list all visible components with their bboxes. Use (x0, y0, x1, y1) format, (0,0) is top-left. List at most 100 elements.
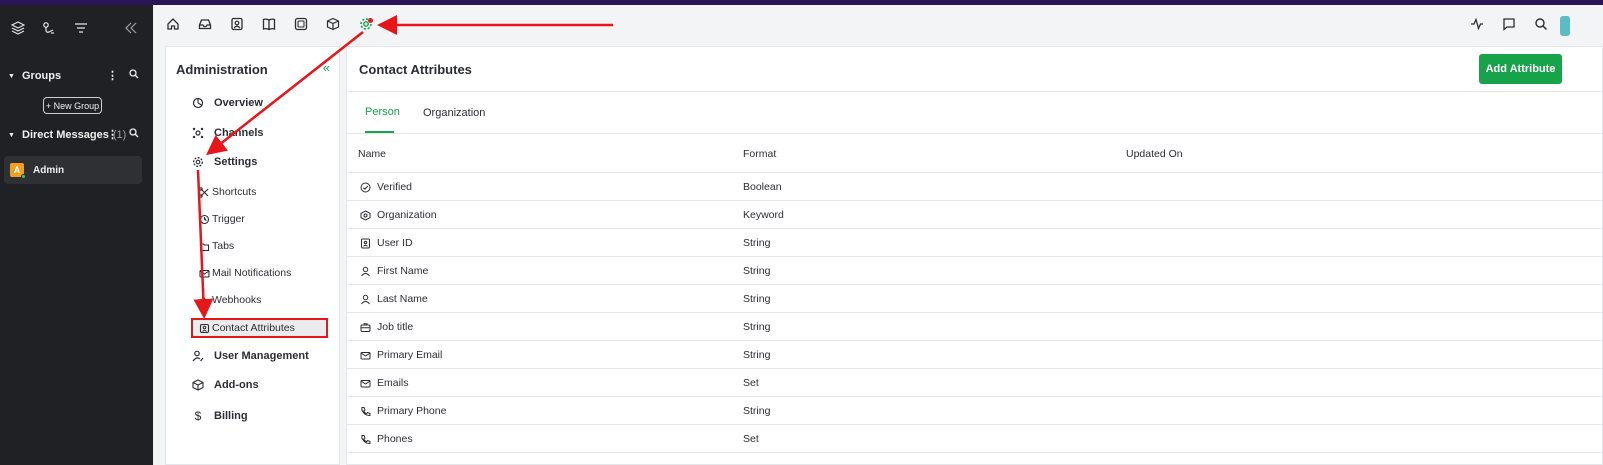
nav-item-label: Channels (214, 127, 264, 139)
nav-item-billing[interactable]: $ Billing (191, 407, 248, 425)
activity-icon[interactable] (1469, 16, 1485, 32)
row-format: String (743, 265, 771, 277)
sub-item-shortcuts[interactable]: Shortcuts (198, 184, 256, 200)
avatar: A (10, 163, 26, 179)
top-navigation-bar (153, 5, 1603, 45)
id-badge-icon (359, 237, 371, 249)
table-row[interactable]: Emails Set (347, 369, 1602, 397)
briefcase-icon (359, 321, 371, 333)
user-management-icon (191, 349, 205, 363)
apps-cube-icon[interactable] (325, 16, 341, 32)
annotation-highlight-box (191, 318, 328, 338)
route-icon[interactable] (41, 20, 57, 36)
billing-dollar-icon: $ (194, 409, 202, 423)
more-vertical-icon[interactable]: ⋮ (107, 128, 118, 141)
new-group-button[interactable]: + New Group (43, 97, 102, 114)
row-name: Last Name (377, 293, 428, 305)
layers-icon[interactable] (10, 20, 26, 36)
row-name: Job title (377, 321, 414, 333)
home-icon[interactable] (165, 16, 181, 32)
sub-item-label: Tabs (212, 240, 235, 252)
organization-icon (359, 209, 371, 221)
administration-title: Administration (176, 62, 268, 77)
search-icon[interactable] (129, 69, 139, 82)
user-avatar-edge[interactable] (1560, 16, 1570, 36)
add-attribute-button[interactable]: Add Attribute (1479, 54, 1562, 84)
sub-item-mail-notifications[interactable]: Mail Notifications (198, 265, 291, 281)
row-format: Set (743, 433, 759, 445)
user-icon (359, 293, 371, 305)
shortcuts-icon (198, 186, 210, 198)
groups-section-header[interactable]: ▼ Groups ⋮ (8, 68, 143, 84)
nav-item-label: Overview (214, 97, 263, 109)
mail-icon (359, 349, 371, 361)
page-header: Contact Attributes Add Attribute (347, 47, 1602, 92)
direct-messages-section-header[interactable]: ▼ Direct Messages (1) ⋮ (8, 127, 143, 143)
table-row[interactable]: Primary Phone String (347, 397, 1602, 425)
webhooks-icon (198, 294, 210, 306)
knowledge-book-icon[interactable] (261, 16, 277, 32)
sub-item-tabs[interactable]: Tabs (198, 238, 234, 254)
sidebar-icon-bar (10, 20, 143, 36)
sub-item-label: Shortcuts (212, 186, 257, 198)
row-name: Primary Phone (377, 405, 447, 417)
nav-item-label: Billing (214, 410, 248, 422)
filter-icon[interactable] (73, 20, 89, 36)
table-row[interactable]: Primary Email String (347, 341, 1602, 369)
table-row[interactable]: Job title String (347, 313, 1602, 341)
table-row[interactable]: First Name String (347, 257, 1602, 285)
dm-item-name: Admin (33, 164, 65, 176)
workspace-sidebar: ▼ Groups ⋮ + New Group ▼ Direct Messages… (0, 5, 153, 465)
collapse-double-left-icon[interactable] (123, 20, 139, 36)
sub-item-label: Trigger (212, 213, 245, 225)
table-row[interactable]: Verified Boolean (347, 173, 1602, 201)
overview-icon (191, 96, 205, 110)
row-name: User ID (377, 237, 413, 249)
sub-item-webhooks[interactable]: Webhooks (198, 292, 261, 308)
search-icon[interactable] (129, 128, 139, 141)
search-icon[interactable] (1533, 16, 1549, 32)
dm-item-admin[interactable]: A Admin (4, 156, 142, 184)
more-vertical-icon[interactable]: ⋮ (107, 69, 118, 82)
sub-item-trigger[interactable]: Trigger (198, 211, 245, 227)
table-row[interactable]: Last Name String (347, 285, 1602, 313)
nav-item-user-management[interactable]: User Management (191, 347, 309, 365)
settings-icon (191, 155, 205, 169)
reports-icon[interactable] (293, 16, 309, 32)
table-row[interactable]: Phones Set (347, 425, 1602, 453)
phone-icon (359, 405, 371, 417)
tab-organization[interactable]: Organization (423, 92, 485, 133)
row-format: String (743, 405, 771, 417)
mail-icon (359, 377, 371, 389)
nav-item-label: Settings (214, 156, 258, 168)
table-header: Name Format Updated On (347, 135, 1602, 173)
row-format: String (743, 293, 771, 305)
column-header-updated-on[interactable]: Updated On (1126, 148, 1183, 160)
attribute-tabs: Person Organization (347, 92, 1602, 134)
channels-icon (191, 126, 205, 140)
row-format: Set (743, 377, 759, 389)
nav-item-channels[interactable]: Channels (191, 124, 264, 142)
table-row[interactable]: User ID String (347, 229, 1602, 257)
column-header-name[interactable]: Name (358, 148, 386, 160)
column-header-format[interactable]: Format (743, 148, 776, 160)
tabs-icon (198, 240, 210, 252)
check-circle-icon (359, 181, 371, 193)
tab-person[interactable]: Person (365, 92, 400, 133)
nav-item-settings[interactable]: Settings (191, 153, 257, 171)
nav-item-addons[interactable]: Add-ons (191, 376, 259, 394)
phone-icon (359, 433, 371, 445)
inbox-icon[interactable] (197, 16, 213, 32)
collapse-double-left-icon[interactable]: « (323, 60, 330, 75)
administration-panel: Administration « Overview Channels Setti… (165, 46, 340, 465)
notification-dot (368, 18, 373, 23)
nav-item-overview[interactable]: Overview (191, 94, 263, 112)
table-row[interactable]: Organization Keyword (347, 201, 1602, 229)
contacts-icon[interactable] (229, 16, 245, 32)
chat-icon[interactable] (1501, 16, 1517, 32)
direct-messages-label: Direct Messages (22, 129, 109, 141)
online-status-dot (21, 174, 26, 179)
row-name: Organization (377, 209, 437, 221)
row-format: Boolean (743, 181, 782, 193)
mail-notifications-icon (198, 267, 210, 279)
